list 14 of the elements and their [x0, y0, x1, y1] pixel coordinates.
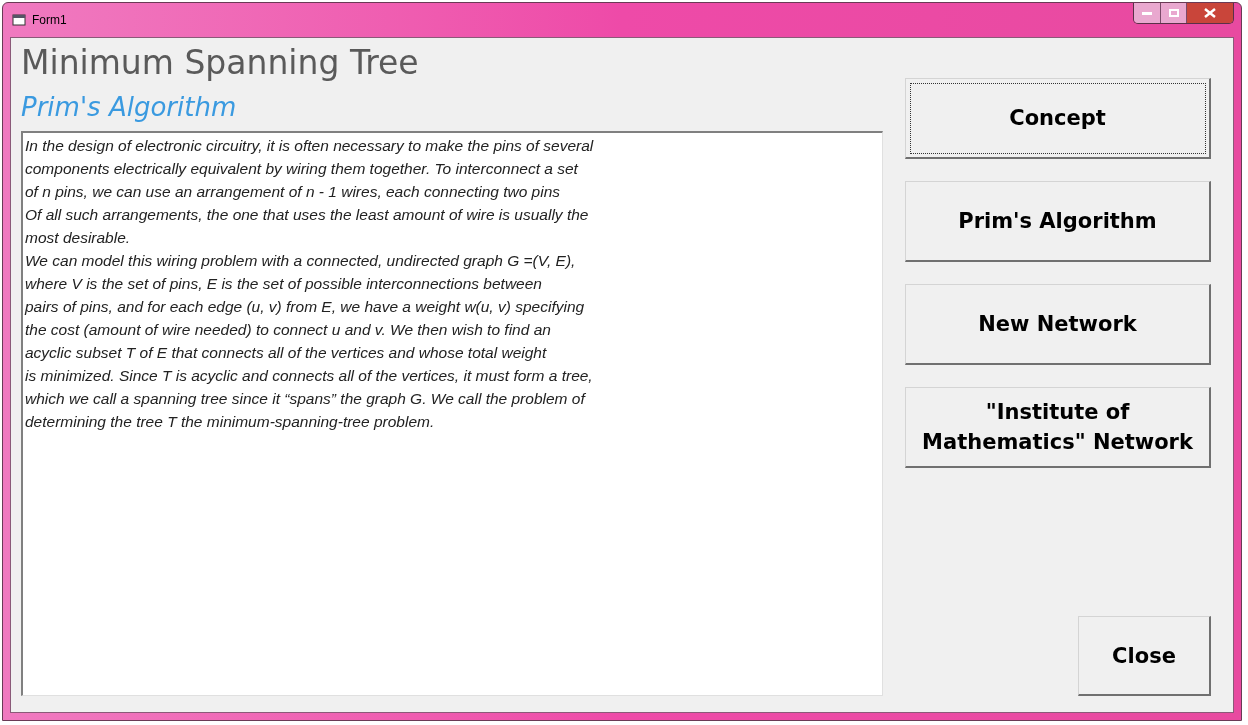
action-button[interactable]: "Institute of Mathematics" Network: [905, 387, 1211, 468]
action-button[interactable]: New Network: [905, 284, 1211, 365]
close-icon: [1204, 8, 1216, 18]
close-button[interactable]: Close: [1078, 616, 1211, 696]
window-icon: [12, 14, 26, 26]
close-window-button[interactable]: [1187, 3, 1233, 23]
subheading: Prim's Algorithm: [21, 91, 238, 124]
action-button[interactable]: Prim's Algorithm: [905, 181, 1211, 262]
action-button[interactable]: Concept: [905, 78, 1211, 159]
minimize-button[interactable]: [1134, 3, 1161, 23]
maximize-button[interactable]: [1161, 3, 1187, 23]
text-area[interactable]: In the design of electronic circuitry, it is often necessary to make the pins of several components electrically equivalent by wiring them together. To interconnect a set of n pins, we can use an arrangement of n - 1 wires, each connecting two pins Of all such arrangements, the one that uses the least amount of wire is usually the most desirable. We can model this wiring problem with a connected, undirected graph G =(V, E), where V is the set of pins, E is the set of possible interconnections between pairs of pins, and for each edge (u, v) from E, we have a weight w(u, v) specifying the cost (amount of wire needed) to connect u and v. We then wish to find an acyclic subset T of E that connects all of the vertices and whose total weight is minimized. Since T is acyclic and connects all of the vertices, it must form a tree, which we call a spanning tree since it “spans” the graph G. We call the problem of determining the tree T the minimum-spanning-tree problem.: [21, 131, 883, 696]
heading: Minimum Spanning Tree: [21, 42, 420, 84]
window-title: Form1: [32, 12, 67, 29]
